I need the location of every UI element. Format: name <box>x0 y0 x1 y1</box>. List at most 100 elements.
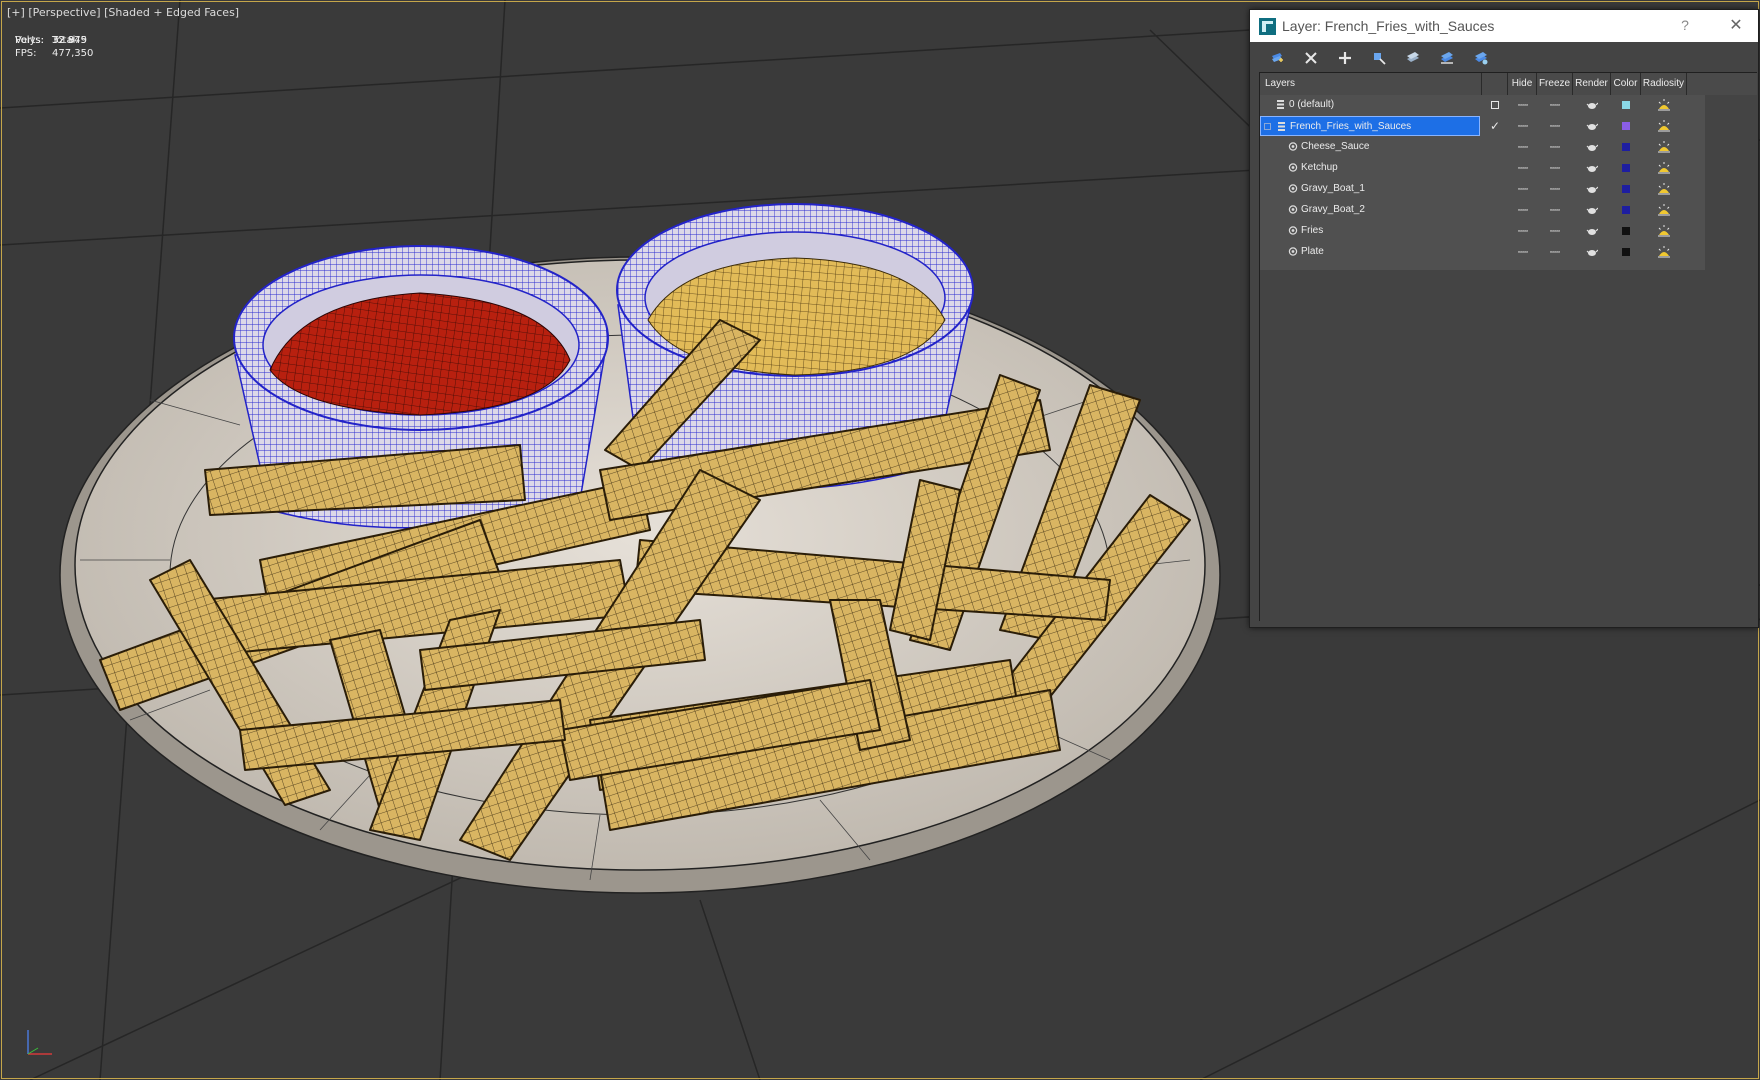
color-swatch <box>1622 164 1630 172</box>
column-header-freeze[interactable]: Freeze <box>1537 73 1573 95</box>
layer-color-swatch[interactable] <box>1611 137 1641 157</box>
layer-name-cell[interactable]: Gravy_Boat_2 <box>1260 200 1480 220</box>
object-row[interactable]: Gravy_Boat_2 <box>1260 200 1705 221</box>
current-layer-toggle[interactable] <box>1482 137 1508 157</box>
column-header-layers[interactable]: Layers <box>1260 73 1482 95</box>
layer-name-cell[interactable]: Cheese_Sauce <box>1260 137 1480 157</box>
radiosity-sun-icon <box>1658 162 1670 174</box>
expand-toggle-icon[interactable] <box>1264 123 1271 130</box>
hide-toggle[interactable] <box>1508 242 1537 262</box>
color-swatch <box>1622 206 1630 214</box>
column-header-color[interactable]: Color <box>1611 73 1641 95</box>
color-swatch <box>1622 185 1630 193</box>
geometry-object-icon <box>1288 247 1298 256</box>
freeze-toggle[interactable] <box>1537 116 1573 136</box>
current-layer-toggle[interactable] <box>1482 242 1508 262</box>
render-toggle[interactable] <box>1573 242 1611 262</box>
close-button[interactable]: ✕ <box>1721 14 1751 38</box>
radiosity-toggle[interactable] <box>1641 242 1687 262</box>
add-to-layer-icon[interactable] <box>1335 48 1355 68</box>
object-row[interactable]: Ketchup <box>1260 158 1705 179</box>
current-layer-toggle[interactable] <box>1482 221 1508 241</box>
object-row[interactable]: Gravy_Boat_1 <box>1260 179 1705 200</box>
radiosity-toggle[interactable] <box>1641 116 1687 136</box>
radiosity-toggle[interactable] <box>1641 95 1687 115</box>
select-objects-icon[interactable] <box>1369 48 1389 68</box>
layer-color-swatch[interactable] <box>1611 179 1641 199</box>
highlight-layer-icon[interactable] <box>1403 48 1423 68</box>
layer-name-cell[interactable]: Fries <box>1260 221 1480 241</box>
help-button[interactable]: ? <box>1675 17 1695 35</box>
render-toggle[interactable] <box>1573 221 1611 241</box>
layer-name-cell[interactable]: French_Fries_with_Sauces <box>1260 116 1480 136</box>
current-layer-toggle[interactable] <box>1482 95 1508 115</box>
hide-toggle[interactable] <box>1508 179 1537 199</box>
freeze-toggle[interactable] <box>1537 242 1573 262</box>
freeze-toggle[interactable] <box>1537 179 1573 199</box>
radiosity-toggle[interactable] <box>1641 179 1687 199</box>
render-toggle[interactable] <box>1573 137 1611 157</box>
column-header-render[interactable]: Render <box>1573 73 1611 95</box>
radiosity-toggle[interactable] <box>1641 137 1687 157</box>
column-header-current[interactable] <box>1482 73 1508 95</box>
layer-name-cell[interactable]: Gravy_Boat_1 <box>1260 179 1480 199</box>
current-layer-toggle[interactable] <box>1482 200 1508 220</box>
hide-toggle[interactable] <box>1508 158 1537 178</box>
layer-row[interactable]: French_Fries_with_Sauces ✓ <box>1260 116 1705 137</box>
radiosity-sun-icon <box>1658 225 1670 237</box>
layer-list[interactable]: Layers Hide Freeze Render Color Radiosit… <box>1259 72 1757 621</box>
render-toggle[interactable] <box>1573 95 1611 115</box>
layer-color-swatch[interactable] <box>1611 158 1641 178</box>
radiosity-sun-icon <box>1658 183 1670 195</box>
viewport-shading-menu[interactable]: [Shaded + Edged Faces] <box>104 6 239 19</box>
current-layer-toggle[interactable]: ✓ <box>1482 116 1508 136</box>
layer-color-swatch[interactable] <box>1611 221 1641 241</box>
viewport-label-menu[interactable]: [+] [Perspective] [Shaded + Edged Faces] <box>7 6 239 19</box>
geometry-object-icon <box>1288 184 1298 193</box>
hide-toggle[interactable] <box>1508 116 1537 136</box>
freeze-toggle[interactable] <box>1537 158 1573 178</box>
dialog-title-bar[interactable]: Layer: French_Fries_with_Sauces ? ✕ <box>1250 10 1758 42</box>
layer-color-swatch[interactable] <box>1611 242 1641 262</box>
viewport-plus-menu[interactable]: [+] <box>7 6 25 19</box>
layer-color-swatch[interactable] <box>1611 116 1641 136</box>
render-toggle[interactable] <box>1573 116 1611 136</box>
freeze-all-icon[interactable] <box>1471 48 1491 68</box>
freeze-toggle[interactable] <box>1537 200 1573 220</box>
layer-explorer-dialog[interactable]: Layer: French_Fries_with_Sauces ? ✕ Laye… <box>1249 9 1759 628</box>
radiosity-sun-icon <box>1658 246 1670 258</box>
column-header-radiosity[interactable]: Radiosity <box>1641 73 1687 95</box>
hide-toggle[interactable] <box>1508 221 1537 241</box>
layer-rows: 0 (default) French_Fries_with_Sauces ✓ Chee… <box>1260 95 1705 270</box>
layer-row[interactable]: 0 (default) <box>1260 95 1705 116</box>
hide-toggle[interactable] <box>1508 137 1537 157</box>
delete-layer-icon[interactable] <box>1301 48 1321 68</box>
radiosity-sun-icon <box>1658 99 1670 111</box>
object-row[interactable]: Fries <box>1260 221 1705 242</box>
object-row[interactable]: Cheese_Sauce <box>1260 137 1705 158</box>
hide-toggle[interactable] <box>1508 95 1537 115</box>
hide-toggle[interactable] <box>1508 200 1537 220</box>
render-toggle[interactable] <box>1573 179 1611 199</box>
layer-color-swatch[interactable] <box>1611 95 1641 115</box>
column-header-hide[interactable]: Hide <box>1508 73 1537 95</box>
render-toggle[interactable] <box>1573 200 1611 220</box>
current-layer-toggle[interactable] <box>1482 179 1508 199</box>
hide-all-icon[interactable] <box>1437 48 1457 68</box>
freeze-toggle[interactable] <box>1537 137 1573 157</box>
radiosity-toggle[interactable] <box>1641 221 1687 241</box>
new-layer-icon[interactable] <box>1267 48 1287 68</box>
freeze-toggle[interactable] <box>1537 95 1573 115</box>
off-dash-icon <box>1517 146 1528 148</box>
current-layer-toggle[interactable] <box>1482 158 1508 178</box>
layer-name-cell[interactable]: 0 (default) <box>1260 95 1480 115</box>
radiosity-toggle[interactable] <box>1641 158 1687 178</box>
render-toggle[interactable] <box>1573 158 1611 178</box>
radiosity-toggle[interactable] <box>1641 200 1687 220</box>
viewport-pov-menu[interactable]: [Perspective] <box>28 6 100 19</box>
freeze-toggle[interactable] <box>1537 221 1573 241</box>
layer-name-cell[interactable]: Ketchup <box>1260 158 1480 178</box>
object-row[interactable]: Plate <box>1260 242 1705 263</box>
layer-color-swatch[interactable] <box>1611 200 1641 220</box>
layer-name-cell[interactable]: Plate <box>1260 242 1480 262</box>
